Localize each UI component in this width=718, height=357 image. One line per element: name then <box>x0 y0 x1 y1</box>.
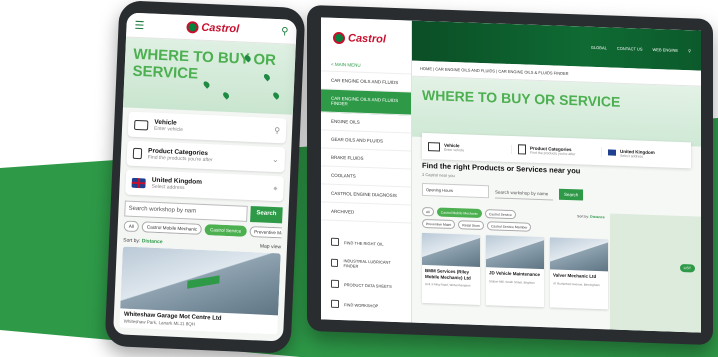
castrol-logo-mark-icon <box>333 31 345 45</box>
header-link-contact[interactable]: CONTACT US <box>617 45 643 51</box>
service-filter-chips: All Castrol Mobile Mechanic Castrol Serv… <box>422 206 547 232</box>
workshop-search: Search workshop by nam Search <box>124 200 283 224</box>
sort-label: Sort by: <box>123 237 141 245</box>
result-card[interactable]: Whiteshaw Garage Mot Centre Ltd Whitesha… <box>119 246 281 335</box>
tablet-main: GLOBAL CONTACT US WEB ENGINE ⚲ HOME | CA… <box>412 20 701 333</box>
tool-item[interactable]: FIND WORKSHOP <box>321 293 411 316</box>
oil-icon <box>331 237 339 247</box>
map-view-toggle[interactable]: Map view <box>260 243 281 250</box>
sort-value: Distance <box>141 238 163 246</box>
uk-flag-icon <box>131 177 146 188</box>
chip-preventive[interactable]: Preventive Maint <box>422 218 456 230</box>
result-card[interactable]: Valver Mechanic Ltd 47 Rutherford Avenue,… <box>550 237 608 310</box>
chip-all[interactable]: All <box>422 206 434 217</box>
opening-hours-select[interactable]: Opening Hours <box>422 182 489 199</box>
uk-flag-icon <box>608 149 616 156</box>
product-categories-selector[interactable]: Product Categories Find the products you'… <box>512 144 602 158</box>
service-filter-chips: All Castrol Mobile Mechanic Castrol Serv… <box>123 220 282 239</box>
results-map[interactable]: LIST <box>610 213 701 333</box>
chevron-down-icon[interactable]: ⌄ <box>272 155 279 164</box>
document-icon <box>132 147 143 160</box>
map-pin-icon <box>271 91 281 100</box>
tool-label: FIND WORKSHOP <box>344 301 379 308</box>
find-subheading: 3 Castrol near you <box>422 171 455 179</box>
result-cards: BMM Services (Riley Mobile Mechanic) Ltd… <box>422 232 608 310</box>
locate-icon[interactable]: ⌖ <box>273 183 278 193</box>
tool-label: INDUSTRIAL LUBRICANT FINDER <box>343 258 391 269</box>
result-address: Station Mill, South Street, Brighton <box>489 278 535 285</box>
phone-hero: WHERE TO BUY OR SERVICE <box>122 37 296 115</box>
header-link-global[interactable]: GLOBAL <box>591 44 607 50</box>
chip-castrol-service[interactable]: Castrol Service <box>204 224 247 237</box>
search-icon[interactable]: ⚲ <box>281 26 289 37</box>
tool-label: PRODUCT DATA SHEETS <box>344 281 392 289</box>
logo-text: Castrol <box>201 21 240 36</box>
tablet-screen: Castrol < MAIN MENU CAR ENGINE OILS AND … <box>321 17 701 333</box>
location-selector[interactable]: United Kingdom Select address ⌖ <box>125 169 285 202</box>
workshop-photo <box>422 232 480 267</box>
list-view-button[interactable]: LIST <box>679 263 695 273</box>
sidebar-item-active[interactable]: CAR ENGINE OILS AND FLUIDS FINDER <box>321 89 411 116</box>
chip-mobile-mechanic[interactable]: Castrol Mobile Mechanic <box>436 207 482 219</box>
castrol-logo[interactable]: Castrol <box>321 17 411 60</box>
tools-list: FIND THE RIGHT OIL INDUSTRIAL LUBRICANT … <box>321 231 411 316</box>
product-categories-selector[interactable]: Product Categories Find the products you'… <box>126 140 286 173</box>
workshop-photo <box>550 237 608 272</box>
chip-castrol-service[interactable]: Castrol Service <box>484 209 516 220</box>
result-name: BMM Services (Riley Mobile Mechanic) Ltd <box>425 268 471 281</box>
tablet-device: Castrol < MAIN MENU CAR ENGINE OILS AND … <box>307 4 713 346</box>
sort-control[interactable]: Sort by: Distance <box>123 237 163 245</box>
castrol-sign <box>187 275 220 289</box>
chip-retail-store[interactable]: Retail Store <box>458 220 484 231</box>
document-icon <box>331 279 339 289</box>
sidebar-item[interactable]: ARCHIVED <box>321 202 411 224</box>
result-card[interactable]: JD Vehicle Maintenance Station Mill, Sout… <box>486 235 544 308</box>
phone-screen: ☰ Castrol ⚲ WHERE TO BUY OR SERVICE Vehic… <box>113 12 297 342</box>
chip-preventive[interactable]: Preventive Maint <box>248 225 282 239</box>
tool-label: FIND THE RIGHT OIL <box>344 239 384 247</box>
chip-service-member[interactable]: Castrol Service Member <box>486 221 532 232</box>
castrol-logo[interactable]: Castrol <box>186 21 239 35</box>
tablet-sidebar: Castrol < MAIN MENU CAR ENGINE OILS AND … <box>321 17 412 323</box>
page-title-line2: SERVICE <box>132 62 199 83</box>
sort-control[interactable]: Sort by: Distance <box>577 214 605 219</box>
search-button[interactable]: Search <box>559 188 584 201</box>
vehicle-selector[interactable]: Vehicle Enter vehicle <box>422 141 512 154</box>
workshop-photo <box>486 235 544 270</box>
header-link-web-engine[interactable]: WEB ENGINE <box>653 46 679 52</box>
search-button[interactable]: Search <box>250 206 283 224</box>
workshop-search-input[interactable]: Search workshop by name <box>495 185 553 201</box>
product-categories-sub: Find the products you're after <box>530 150 576 156</box>
car-icon <box>428 141 440 152</box>
sort-label: Sort by: <box>577 214 590 219</box>
workshop-photo <box>120 246 281 316</box>
gear-icon <box>331 258 339 268</box>
logo-text: Castrol <box>348 32 386 46</box>
hamburger-menu-icon[interactable]: ☰ <box>134 18 144 31</box>
search-icon[interactable]: ⚲ <box>688 48 691 53</box>
location-selector[interactable]: United Kingdom Select address <box>602 148 691 160</box>
map-pin-icon <box>221 91 231 100</box>
vehicle-sub: Enter vehicle <box>444 147 465 152</box>
sort-value: Distance <box>590 214 605 220</box>
search-row: Opening Hours Search workshop by name Se… <box>422 182 584 202</box>
workshop-search-input[interactable]: Search workshop by nam <box>124 200 248 222</box>
document-icon <box>518 144 526 155</box>
phone-device: ☰ Castrol ⚲ WHERE TO BUY OR SERVICE Vehic… <box>104 0 306 354</box>
search-icon[interactable]: ⚲ <box>274 126 280 135</box>
page-title: WHERE TO BUY OR SERVICE <box>422 86 621 110</box>
result-card[interactable]: BMM Services (Riley Mobile Mechanic) Ltd… <box>422 232 480 305</box>
result-address: 47 Rutherford Avenue, Birmingham <box>553 281 600 287</box>
chip-mobile-mechanic[interactable]: Castrol Mobile Mechanic <box>141 221 203 235</box>
car-icon <box>134 119 149 130</box>
chip-all[interactable]: All <box>123 220 140 233</box>
location-pin-icon <box>331 299 339 309</box>
result-address: Unit 3 Ring Road, Wolverhampton <box>425 282 471 288</box>
castrol-logo-mark-icon <box>186 21 199 34</box>
tool-item[interactable]: INDUSTRIAL LUBRICANT FINDER <box>321 251 411 276</box>
vehicle-selector[interactable]: Vehicle Enter vehicle ⚲ <box>127 111 287 144</box>
page-title: WHERE TO BUY OR SERVICE <box>132 46 276 86</box>
